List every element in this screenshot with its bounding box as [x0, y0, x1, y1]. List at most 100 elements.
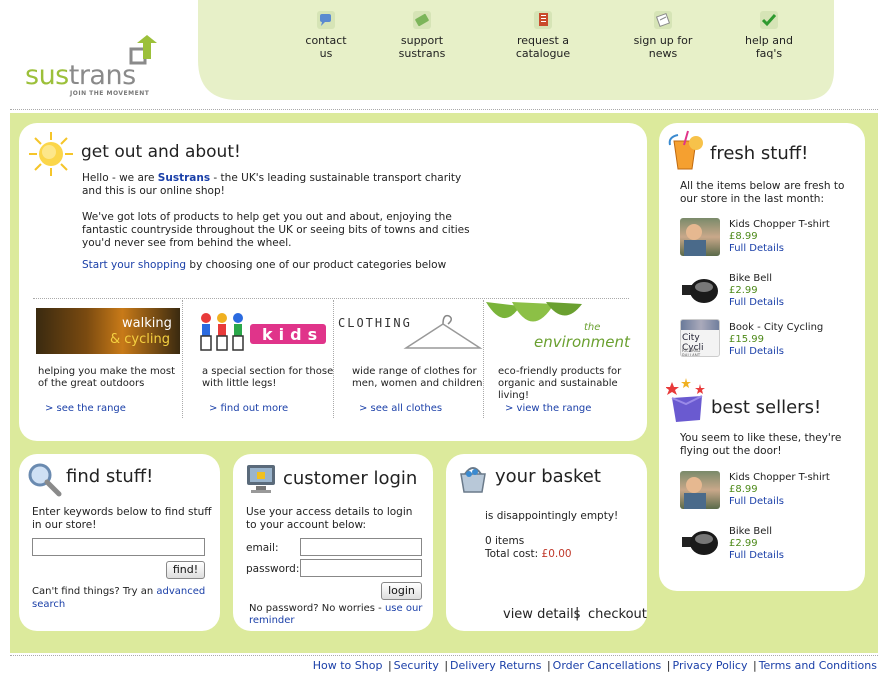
email-field[interactable]	[300, 538, 422, 556]
product-name: Bike Bell	[729, 526, 772, 537]
category-link[interactable]: > see all clothes	[359, 403, 442, 414]
product-price: £8.99	[729, 231, 758, 242]
footer-link-security[interactable]: Security	[394, 659, 439, 672]
find-button[interactable]: find!	[166, 561, 205, 579]
product-thumbnail[interactable]	[680, 471, 720, 509]
footer-separator: |	[546, 659, 551, 672]
basket-total: Total cost: £0.00	[485, 548, 572, 561]
nav-sign-up-news[interactable]: sign up for news	[621, 10, 705, 60]
fresh-title: fresh stuff!	[710, 143, 809, 164]
intro-text: by choosing one of our product categorie…	[186, 259, 447, 271]
footer-separator: |	[752, 659, 757, 672]
fresh-intro: All the items below are fresh to our sto…	[680, 180, 845, 205]
nav-support-sustrans[interactable]: support sustrans	[379, 10, 465, 60]
child-photo-icon	[684, 477, 706, 509]
footer-link-terms[interactable]: Terms and Conditions	[759, 659, 877, 672]
brand-link[interactable]: Sustrans	[158, 172, 210, 184]
find-title: find stuff!	[66, 466, 154, 487]
product-name: Kids Chopper T-shirt	[729, 472, 830, 483]
catalogue-icon	[534, 11, 552, 29]
find-help-text: Can't find things? Try an	[32, 586, 157, 597]
category-environment[interactable]: the environment eco-friendly products fo…	[484, 300, 634, 418]
checkout-link[interactable]: checkout	[588, 607, 647, 622]
category-description: wide range of clothes for men, women and…	[352, 366, 483, 389]
basket-title: your basket	[495, 466, 601, 487]
hanger-icon	[403, 314, 483, 349]
reminder-text: No password? No worries -	[249, 603, 385, 614]
password-field[interactable]	[300, 559, 422, 577]
nav-request-catalogue[interactable]: request a catalogue	[492, 10, 594, 60]
product-name: Bike Bell	[729, 273, 772, 284]
intro-text: Hello - we are	[82, 172, 158, 184]
checkmark-icon	[760, 11, 778, 29]
product-details-link[interactable]: Full Details	[729, 550, 784, 561]
footer-separator: |	[387, 659, 392, 672]
header-divider	[10, 109, 878, 110]
basket-icon	[460, 467, 486, 493]
product-price: £2.99	[729, 285, 758, 296]
basket-total-value: £0.00	[541, 548, 572, 560]
product-details-link[interactable]: Full Details	[729, 243, 784, 254]
product-thumbnail[interactable]	[680, 218, 720, 256]
kids-banner-text: kids	[262, 325, 324, 344]
footer-links: How to Shop | Security | Delivery Returns …	[313, 659, 877, 672]
nav-contact-us[interactable]: contact us	[298, 10, 354, 60]
product-price: £8.99	[729, 484, 758, 495]
category-description: eco-friendly products for organic and su…	[498, 366, 622, 401]
category-description: helping you make the most of the great o…	[38, 366, 176, 389]
product-name: Book - City Cycling	[729, 322, 824, 333]
product-thumbnail[interactable]: City Cycli RICHARD BALLANT	[680, 319, 720, 357]
categories-divider	[33, 298, 629, 299]
basket-item-count: 0 items	[485, 535, 525, 547]
product-details-link[interactable]: Full Details	[729, 496, 784, 507]
gift-box-stars-icon	[666, 378, 705, 422]
best-sellers-title: best sellers!	[711, 397, 822, 418]
password-reminder: No password? No worries - use our remind…	[249, 603, 424, 627]
child-photo-icon	[684, 224, 706, 256]
category-link[interactable]: > see the range	[45, 403, 126, 414]
product-price: £15.99	[729, 334, 764, 345]
login-button[interactable]: login	[381, 582, 422, 600]
chat-bubble-icon	[317, 11, 335, 29]
password-label: password:	[246, 563, 300, 575]
nav-help-faq[interactable]: help and faq's	[733, 10, 805, 60]
product-details-link[interactable]: Full Details	[729, 297, 784, 308]
footer-divider	[10, 655, 878, 656]
product-details-link[interactable]: Full Details	[729, 346, 784, 357]
newsletter-icon	[654, 11, 672, 29]
category-link[interactable]: > view the range	[505, 403, 591, 414]
nav-label: sign up for news	[633, 34, 693, 60]
bike-bell-icon	[682, 279, 718, 303]
intro-paragraph-2: We've got lots of products to help get y…	[82, 211, 470, 249]
best-sellers-intro: You seem to like these, they're flying o…	[680, 432, 842, 457]
magnifier-icon	[28, 463, 62, 497]
footer-link-delivery-returns[interactable]: Delivery Returns	[450, 659, 541, 672]
view-details-link[interactable]: view details	[503, 607, 580, 622]
banner-text: walking	[122, 316, 172, 331]
footer-link-how-to-shop[interactable]: How to Shop	[313, 659, 383, 672]
login-title: customer login	[283, 468, 418, 489]
product-thumbnail[interactable]	[680, 271, 720, 309]
logo-tagline: JOIN THE MOVEMENT	[70, 90, 150, 97]
product-thumbnail[interactable]	[680, 523, 720, 561]
environment-banner-text-a: the	[584, 322, 601, 333]
email-label: email:	[246, 542, 279, 554]
book-cover-skyline	[681, 320, 719, 330]
footer-link-order-cancellations[interactable]: Order Cancellations	[553, 659, 662, 672]
start-shopping-link[interactable]: Start your shopping	[82, 259, 186, 271]
basket-status: is disappointingly empty!	[485, 510, 619, 522]
footer-separator: |	[444, 659, 449, 672]
search-input[interactable]	[32, 538, 205, 556]
intro-paragraph-3: Start your shopping by choosing one of o…	[82, 259, 477, 272]
category-walking-cycling[interactable]: walking & cycling helping you make the m…	[33, 300, 183, 418]
basket-total-label: Total cost:	[485, 548, 542, 560]
footer-separator: |	[666, 659, 671, 672]
category-link[interactable]: > find out more	[209, 403, 288, 414]
footer-link-privacy-policy[interactable]: Privacy Policy	[673, 659, 748, 672]
category-kids[interactable]: kids a special section for those with li…	[184, 300, 334, 418]
category-clothing[interactable]: CLOTHING wide range of clothes for men, …	[334, 300, 484, 418]
find-help: Can't find things? Try an advanced searc…	[32, 585, 212, 611]
nav-label: help and faq's	[745, 34, 793, 60]
logo-wordmark: sustrans	[25, 60, 136, 91]
environment-banner-text-b: environment	[534, 333, 630, 351]
